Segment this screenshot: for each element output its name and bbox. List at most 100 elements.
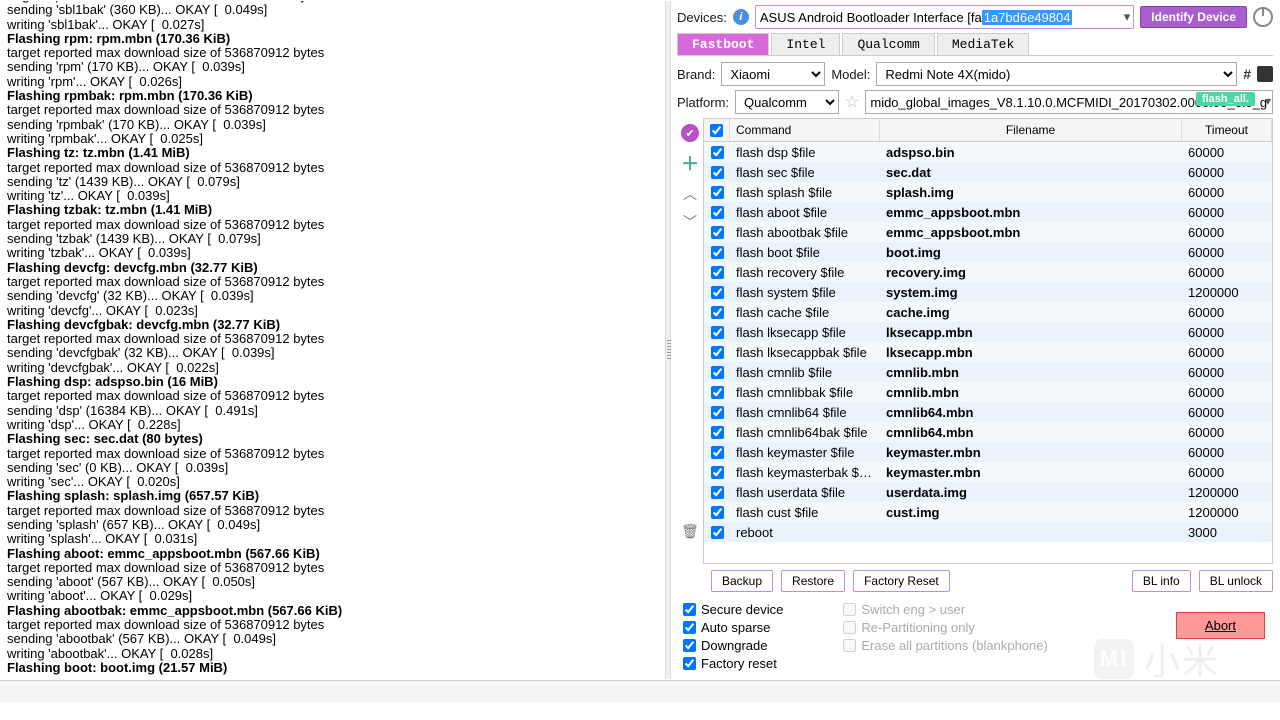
tab-intel[interactable]: Intel	[771, 33, 840, 55]
log-line: sending 'sbl1bak' (360 KB)... OKAY [ 0.0…	[7, 3, 659, 17]
checkbox-downgrade[interactable]: Downgrade	[683, 638, 783, 653]
table-row[interactable]: flash cache $file cache.img 60000	[704, 302, 1272, 322]
row-timeout: 60000	[1182, 404, 1272, 421]
row-command: flash abootbak $file	[730, 224, 880, 241]
table-row[interactable]: flash cmnlib64 $file cmnlib64.mbn 60000	[704, 402, 1272, 422]
table-row[interactable]: reboot 3000	[704, 522, 1272, 542]
tab-mediatek[interactable]: MediaTek	[937, 33, 1029, 55]
row-command: flash boot $file	[730, 244, 880, 261]
row-filename: lksecapp.mbn	[880, 344, 1182, 361]
log-line: writing 'rpm'... OKAY [ 0.026s]	[7, 75, 659, 89]
log-line: Flashing rpmbak: rpm.mbn (170.36 KiB)	[7, 89, 659, 103]
platform-select[interactable]: Qualcomm	[735, 90, 839, 114]
factory-reset-button[interactable]: Factory Reset	[853, 570, 950, 592]
table-row[interactable]: flash lksecappbak $file lksecapp.mbn 600…	[704, 342, 1272, 362]
row-checkbox[interactable]	[711, 426, 724, 439]
row-checkbox[interactable]	[711, 366, 724, 379]
chevron-down-icon[interactable]: ▾	[1124, 9, 1131, 25]
table-row[interactable]: flash aboot $file emmc_appsboot.mbn 6000…	[704, 202, 1272, 222]
checkbox-switch-eng-user: Switch eng > user	[843, 602, 1047, 617]
row-filename: keymaster.mbn	[880, 464, 1182, 481]
row-checkbox[interactable]	[711, 526, 724, 539]
command-table-body[interactable]: flash dsp $file adspso.bin 60000 flash s…	[704, 142, 1272, 563]
restore-button[interactable]: Restore	[781, 570, 845, 592]
table-row[interactable]: flash cmnlibbak $file cmnlib.mbn 60000	[704, 382, 1272, 402]
table-row[interactable]: flash lksecapp $file lksecapp.mbn 60000	[704, 322, 1272, 342]
row-command: reboot	[730, 524, 880, 541]
chevron-down-icon[interactable]: ﹀	[683, 212, 697, 232]
bl-info-button[interactable]: BL info	[1132, 570, 1191, 592]
table-row[interactable]: flash dsp $file adspso.bin 60000	[704, 142, 1272, 162]
checkbox-auto-sparse[interactable]: Auto sparse	[683, 620, 783, 635]
table-row[interactable]: flash abootbak $file emmc_appsboot.mbn 6…	[704, 222, 1272, 242]
star-icon[interactable]: ☆	[845, 92, 859, 112]
identify-device-button[interactable]: Identify Device	[1140, 6, 1247, 28]
table-row[interactable]: flash sec $file sec.dat 60000	[704, 162, 1272, 182]
row-command: flash cmnlib $file	[730, 364, 880, 381]
row-timeout: 60000	[1182, 364, 1272, 381]
power-icon[interactable]	[1253, 7, 1273, 27]
row-checkbox[interactable]	[711, 286, 724, 299]
row-timeout: 60000	[1182, 224, 1272, 241]
table-row[interactable]: flash userdata $file userdata.img 120000…	[704, 482, 1272, 502]
tab-qualcomm[interactable]: Qualcomm	[842, 33, 934, 55]
row-checkbox[interactable]	[711, 226, 724, 239]
model-select[interactable]: Redmi Note 4X(mido)	[876, 62, 1237, 86]
hash-icon[interactable]: #	[1243, 66, 1251, 82]
table-row[interactable]: flash boot $file boot.img 60000	[704, 242, 1272, 262]
row-filename: system.img	[880, 284, 1182, 301]
header-checkbox[interactable]	[710, 124, 723, 137]
brand-select[interactable]: Xiaomi	[721, 62, 825, 86]
row-checkbox[interactable]	[711, 166, 724, 179]
row-filename: cmnlib.mbn	[880, 384, 1182, 401]
row-timeout: 60000	[1182, 424, 1272, 441]
row-checkbox[interactable]	[711, 206, 724, 219]
bl-unlock-button[interactable]: BL unlock	[1199, 570, 1273, 592]
checkall-icon[interactable]: ✔	[681, 124, 699, 142]
row-checkbox[interactable]	[711, 326, 724, 339]
table-row[interactable]: flash cmnlib64bak $file cmnlib64.mbn 600…	[704, 422, 1272, 442]
row-filename	[880, 531, 1182, 533]
checkbox-secure-device[interactable]: Secure device	[683, 602, 783, 617]
table-row[interactable]: flash keymaster $file keymaster.mbn 6000…	[704, 442, 1272, 462]
trash-icon[interactable]: 🗑	[681, 523, 699, 540]
row-filename: emmc_appsboot.mbn	[880, 224, 1182, 241]
table-row[interactable]: flash splash $file splash.img 60000	[704, 182, 1272, 202]
table-row[interactable]: flash keymasterbak $… keymaster.mbn 6000…	[704, 462, 1272, 482]
table-row[interactable]: flash cmnlib $file cmnlib.mbn 60000	[704, 362, 1272, 382]
table-row[interactable]: flash cust $file cust.img 1200000	[704, 502, 1272, 522]
device-id-highlight: 1a7bd6e49804	[982, 10, 1073, 25]
row-command: flash system $file	[730, 284, 880, 301]
row-checkbox[interactable]	[711, 386, 724, 399]
chevron-up-icon[interactable]: ︿	[683, 184, 697, 204]
table-row[interactable]: flash recovery $file recovery.img 60000	[704, 262, 1272, 282]
row-timeout: 60000	[1182, 304, 1272, 321]
log-output[interactable]: target reported max download size of 536…	[1, 1, 665, 679]
row-checkbox[interactable]	[711, 186, 724, 199]
row-filename: emmc_appsboot.mbn	[880, 204, 1182, 221]
row-checkbox[interactable]	[711, 446, 724, 459]
row-filename: cmnlib64.mbn	[880, 404, 1182, 421]
usb-icon[interactable]	[1257, 66, 1273, 82]
backup-button[interactable]: Backup	[711, 570, 773, 592]
row-checkbox[interactable]	[711, 486, 724, 499]
info-icon[interactable]: i	[733, 9, 749, 25]
table-row[interactable]: flash system $file system.img 1200000	[704, 282, 1272, 302]
log-line: writing 'aboot'... OKAY [ 0.029s]	[7, 589, 659, 603]
row-checkbox[interactable]	[711, 266, 724, 279]
platform-label: Platform:	[677, 95, 729, 110]
row-command: flash keymasterbak $…	[730, 464, 880, 481]
tab-fastboot[interactable]: Fastboot	[677, 33, 769, 55]
row-command: flash dsp $file	[730, 144, 880, 161]
row-checkbox[interactable]	[711, 466, 724, 479]
row-checkbox[interactable]	[711, 506, 724, 519]
row-checkbox[interactable]	[711, 406, 724, 419]
chevron-down-icon[interactable]: ▾	[1265, 94, 1271, 108]
row-checkbox[interactable]	[711, 346, 724, 359]
plus-icon[interactable]: ＋	[681, 150, 699, 176]
row-checkbox[interactable]	[711, 246, 724, 259]
row-checkbox[interactable]	[711, 306, 724, 319]
device-select[interactable]: ASUS Android Bootloader Interface [fa1a7…	[755, 5, 1134, 29]
row-checkbox[interactable]	[711, 146, 724, 159]
checkbox-factory-reset[interactable]: Factory reset	[683, 656, 783, 671]
